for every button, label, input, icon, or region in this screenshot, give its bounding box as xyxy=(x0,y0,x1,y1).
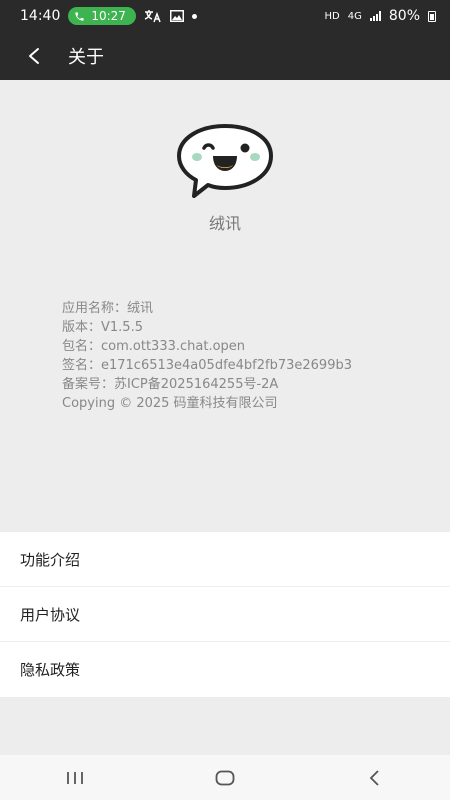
info-app-name: 应用名称：绒讯 xyxy=(62,301,154,316)
translate-icon xyxy=(144,10,161,23)
nav-back-button[interactable] xyxy=(345,758,405,798)
info-copyright: Copying © 2025 码童科技有限公司 xyxy=(62,396,278,411)
hd-indicator: HD xyxy=(324,10,340,22)
info-icp: 备案号：苏ICP备2025164255号-2A xyxy=(62,377,279,392)
network-type: 4G xyxy=(347,10,362,22)
menu-list: 功能介绍 用户协议 隐私政策 xyxy=(0,532,450,697)
image-icon xyxy=(169,10,184,22)
menu-item-features[interactable]: 功能介绍 xyxy=(0,532,450,587)
nav-back-icon xyxy=(369,769,379,786)
status-time: 14:40 xyxy=(20,8,61,24)
status-left: 14:40 10:27 xyxy=(20,7,197,25)
about-section: 绒讯 应用名称：绒讯 版本：V1.5.5 包名：com.ott333.chat.… xyxy=(0,80,450,532)
status-right: HD 4G 80% xyxy=(325,8,436,24)
page-title: 关于 xyxy=(68,47,104,68)
info-package: 包名：com.ott333.chat.open xyxy=(62,339,246,354)
menu-item-user-agreement[interactable]: 用户协议 xyxy=(0,587,450,642)
back-button[interactable] xyxy=(10,32,58,80)
info-signature: 签名：e171c6513e4a05dfe4bf2fb73e2699b3 xyxy=(62,358,352,373)
app-logo-icon xyxy=(177,124,273,198)
phone-icon xyxy=(75,11,84,21)
app-info: 应用名称：绒讯 版本：V1.5.5 包名：com.ott333.chat.ope… xyxy=(62,299,352,413)
app-name: 绒讯 xyxy=(208,214,241,233)
ongoing-call-pill[interactable]: 10:27 xyxy=(68,7,136,25)
status-bar: 14:40 10:27 HD 4G 80% xyxy=(0,0,450,32)
recents-button[interactable] xyxy=(45,758,105,798)
menu-item-label: 隐私政策 xyxy=(20,661,81,679)
navigation-bar xyxy=(0,755,450,800)
battery-percent: 80% xyxy=(388,8,420,24)
menu-item-privacy-policy[interactable]: 隐私政策 xyxy=(0,642,450,697)
home-icon xyxy=(215,770,235,785)
menu-item-label: 用户协议 xyxy=(20,605,81,624)
signal-icon xyxy=(369,11,381,21)
call-timer: 10:27 xyxy=(91,9,126,23)
menu-item-label: 功能介绍 xyxy=(20,550,81,569)
recents-icon xyxy=(67,771,83,784)
notification-dot-icon xyxy=(191,13,197,19)
battery-icon xyxy=(428,10,436,22)
info-version: 版本：V1.5.5 xyxy=(62,320,143,335)
back-arrow-icon xyxy=(29,48,39,64)
title-bar: 关于 xyxy=(0,32,450,80)
home-button[interactable] xyxy=(195,758,255,798)
